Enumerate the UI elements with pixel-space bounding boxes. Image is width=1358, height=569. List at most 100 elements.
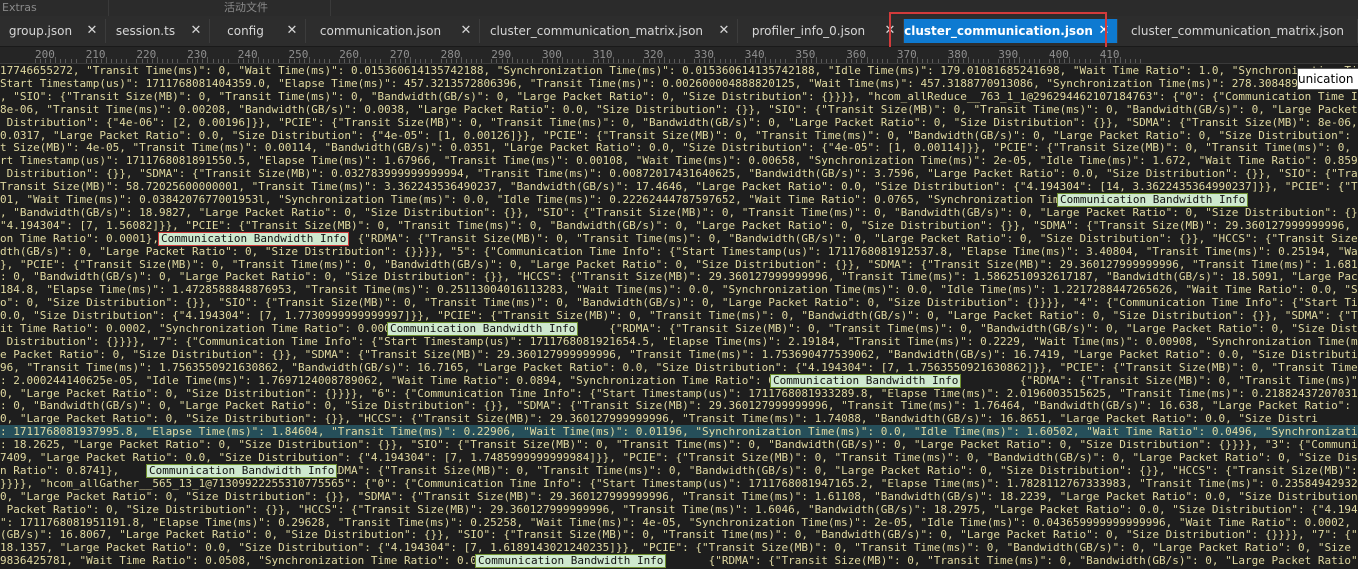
ruler-minor-tick xyxy=(602,59,604,63)
ruler-minor-tick xyxy=(668,59,670,63)
ruler-minor-tick xyxy=(1104,59,1106,63)
ruler-minor-tick xyxy=(704,59,706,63)
ruler-minor-tick xyxy=(298,59,300,63)
ruler-minor-tick xyxy=(1003,59,1005,63)
ruler-minor-tick xyxy=(597,59,599,63)
code-line[interactable]: ": 1711768081951191.8, "Elapse Time(ms)"… xyxy=(0,516,1358,529)
code-line[interactable]: Distribution": {}}}}, "7": {"Communicati… xyxy=(0,335,1358,348)
ruler-minor-tick xyxy=(171,59,173,63)
code-line[interactable]: 96, "Transit Time(ms)": 1.75635509216308… xyxy=(0,361,1358,374)
ruler-minor-tick xyxy=(207,57,209,63)
ruler-minor-tick xyxy=(1120,57,1122,63)
ruler-minor-tick xyxy=(825,59,827,63)
code-line[interactable]: o": 0, "Size Distribution": {}}, "SIO": … xyxy=(0,296,1358,309)
code-line[interactable]: it Time Ratio": 0.0002, "Synchronization… xyxy=(0,322,1358,335)
ruler-minor-tick xyxy=(369,59,371,63)
ruler-minor-tick xyxy=(227,59,229,63)
code-line[interactable]: : 2.000244140625e-05, "Idle Time(ms)": 1… xyxy=(0,374,1358,387)
code-line[interactable]: 0, "Large Packet Ratio": 0, "Size Distri… xyxy=(0,412,1318,425)
close-icon[interactable]: ✕ xyxy=(717,24,731,38)
code-line[interactable]: Packet Ratio": 0, "Size Distribution": {… xyxy=(0,503,1358,516)
code-line[interactable]: Start Timestamp(us)": 1711768081404359.0… xyxy=(0,77,1358,90)
code-line[interactable]: 17746655272, "Transit Time(ms)": 0, "Wai… xyxy=(0,64,1358,77)
code-line[interactable]: "4.194304": [7, 1.56082]}}, "PCIE": {"Tr… xyxy=(0,219,1358,232)
tab-cluster-communication-matrix-json-2[interactable]: cluster_communication_matrix.json xyxy=(1118,19,1358,43)
tab-label: cluster_communication_matrix.json xyxy=(489,24,704,38)
code-line[interactable]: dth(GB/s)": 0, "Large Packet Ratio": 0, … xyxy=(0,245,1358,258)
code-line[interactable]: 9836425781, "Wait Time Ratio": 0.0508, "… xyxy=(0,554,1358,567)
code-line[interactable]: : 1711768081937995.8, "Elapse Time(ms)":… xyxy=(0,425,1358,439)
code-line[interactable]: : 0, "Bandwidth(GB/s)": 0, "Large Packet… xyxy=(0,399,1358,412)
code-line[interactable]: Distribution": {"4e-06": [2, 0.00196]}},… xyxy=(0,116,1358,129)
ruler-minor-tick xyxy=(440,59,442,63)
ruler-minor-tick xyxy=(339,59,341,63)
close-icon[interactable]: ✕ xyxy=(85,24,99,38)
ruler-minor-tick xyxy=(455,59,457,63)
tab-cluster-communication-matrix-json[interactable]: cluster_communication_matrix.json ✕ xyxy=(480,19,738,43)
ruler-minor-tick xyxy=(552,59,554,63)
ruler-minor-tick xyxy=(744,59,746,63)
ruler-minor-tick xyxy=(653,59,655,63)
code-line[interactable]: , "SIO": {"Transit Size(MB)": 0, "Transi… xyxy=(0,90,1358,103)
ruler-minor-tick xyxy=(253,59,255,63)
ruler-minor-tick xyxy=(1049,59,1051,63)
code-line[interactable]: Transit Size(MB)": 58.72025600000001, "T… xyxy=(0,180,1358,193)
close-icon[interactable]: ✕ xyxy=(189,24,203,38)
close-icon[interactable]: ✕ xyxy=(883,24,897,38)
code-line[interactable]: e Packet Ratio": 0, "Size Distribution":… xyxy=(0,348,1358,361)
code-line[interactable]: rt Timestamp(us)": 1711768081891550.5, "… xyxy=(0,154,1358,167)
tab-label: profiler_info_0.json xyxy=(751,24,866,38)
ruler-minor-tick xyxy=(678,59,680,63)
tab-group-json[interactable]: group.json ✕ xyxy=(0,19,106,43)
ruler-minor-tick xyxy=(1064,59,1066,63)
close-icon[interactable]: ✕ xyxy=(1097,24,1111,38)
ruler-minor-tick xyxy=(60,59,62,63)
ruler-minor-tick xyxy=(374,59,376,63)
code-editor[interactable]: 17746655272, "Transit Time(ms)": 0, "Wai… xyxy=(0,64,1358,569)
tab-config[interactable]: config ✕ xyxy=(210,19,306,43)
code-line[interactable]: 0, "Large Packet Ratio": 0, "Size Distri… xyxy=(0,387,1358,400)
search-popup-text: unication xyxy=(1298,72,1354,86)
code-line[interactable]: 184.8, "Elapse Time(ms)": 1.472858884887… xyxy=(0,283,1358,296)
ruler-minor-tick xyxy=(562,57,564,63)
code-line[interactable]: Distribution": {}}, "SDMA": {"Transit Si… xyxy=(0,167,1358,180)
code-line[interactable]: 0.0317, "Large Packet Ratio": 0.0, "Size… xyxy=(0,129,1358,142)
code-line[interactable]: , "Bandwidth(GB/s)": 18.9827, "Large Pac… xyxy=(0,206,1358,219)
ruler-minor-tick xyxy=(810,59,812,63)
ruler-minor-tick xyxy=(912,59,914,63)
top-bar-divider xyxy=(108,0,109,16)
ruler-minor-tick xyxy=(760,59,762,63)
close-icon[interactable]: ✕ xyxy=(285,24,299,38)
code-line[interactable]: : 18.2625, "Large Packet Ratio": 0, "Siz… xyxy=(0,438,1358,451)
code-line[interactable]: }, "PCIE": {"Transit Size(MB)": 0, "Tran… xyxy=(0,258,1358,271)
ruler-minor-tick xyxy=(100,59,102,63)
ruler-minor-tick xyxy=(724,59,726,63)
code-line[interactable]: 7409, "Large Packet Ratio": 0.0, "Size D… xyxy=(0,451,1358,464)
code-line[interactable]: 0, "Large Packet Ratio": 0, "Size Distri… xyxy=(0,490,1358,503)
tab-communication-json[interactable]: communication.json ✕ xyxy=(306,19,480,43)
tab-session-ts[interactable]: session.ts ✕ xyxy=(106,19,210,43)
ruler-minor-tick xyxy=(242,59,244,63)
code-line[interactable]: 18.1357, "Large Packet Ratio": 0.0, "Siz… xyxy=(0,541,1358,554)
code-line[interactable]: : 0, "Bandwidth(GB/s)": 0, "Large Packet… xyxy=(0,270,1358,283)
tab-cluster-communication-json[interactable]: cluster_communication.json ✕ xyxy=(904,19,1118,43)
ruler-minor-tick xyxy=(65,59,67,63)
search-match-highlight: Communication Bandwidth Info xyxy=(770,373,962,388)
close-icon[interactable]: ✕ xyxy=(459,24,473,38)
ruler-minor-tick xyxy=(202,59,204,63)
ruler-minor-tick xyxy=(531,59,533,63)
ruler-minor-tick xyxy=(663,57,665,63)
ruler-minor-tick xyxy=(303,59,305,63)
code-line[interactable]: 8e-06, "Transit Time(ms)": 0.00208, "Ban… xyxy=(0,103,1358,116)
tab-profiler-info-0-json[interactable]: profiler_info_0.json ✕ xyxy=(738,19,904,43)
code-line[interactable]: t Size(MB)": 4e-05, "Transit Time(ms)": … xyxy=(0,141,1358,154)
code-line[interactable]: }}}}, "hcom_allGather__565_13_1@71309922… xyxy=(0,477,1358,490)
ruler-minor-tick xyxy=(45,59,47,63)
search-popup[interactable]: unication xyxy=(1297,68,1358,90)
ruler-minor-tick xyxy=(156,57,158,63)
code-line[interactable]: 0.0, "Size Distribution": {"4.194304": [… xyxy=(0,309,1358,322)
ruler-minor-tick xyxy=(699,59,701,63)
code-line[interactable]: (GB/s)": 16.8067, "Large Packet Ratio": … xyxy=(0,528,1358,541)
ruler-minor-tick xyxy=(111,59,113,63)
ruler-minor-tick xyxy=(526,59,528,63)
